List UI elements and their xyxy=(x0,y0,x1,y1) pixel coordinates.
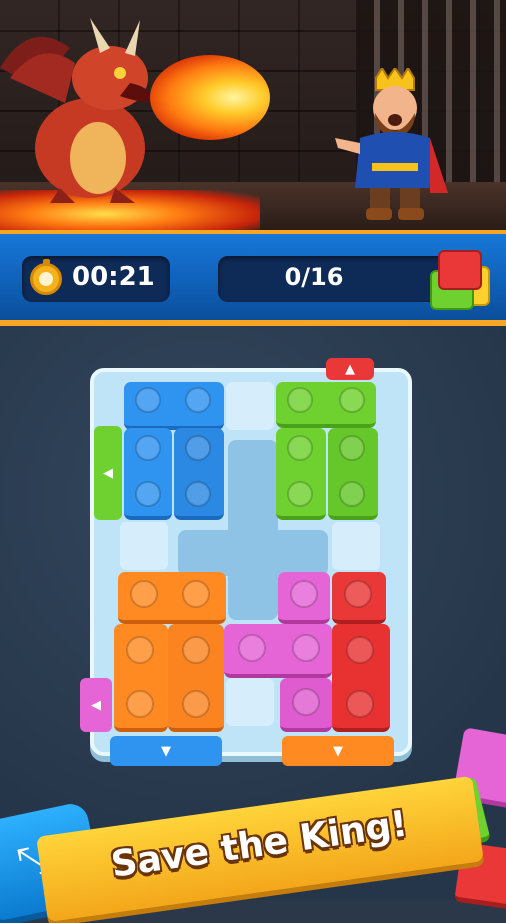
blue-block[interactable] xyxy=(174,428,224,520)
king-character xyxy=(335,68,448,220)
timer-panel: 00:21 xyxy=(22,256,170,302)
green-block[interactable] xyxy=(276,428,326,520)
empty-cell xyxy=(226,678,274,726)
story-scene xyxy=(0,0,506,230)
exit-tab-bottom-blue[interactable]: ▼ xyxy=(110,736,222,766)
stopwatch-icon xyxy=(30,259,62,295)
escape-path xyxy=(178,530,328,576)
red-block[interactable] xyxy=(332,624,390,732)
empty-cell xyxy=(332,522,380,570)
exit-tab-top-red[interactable]: ▲ xyxy=(326,358,374,380)
timer-value: 00:21 xyxy=(72,262,155,292)
hud-bar: 00:21 0/16 xyxy=(0,230,506,326)
fire-breath xyxy=(150,55,270,140)
red-block[interactable] xyxy=(332,572,386,624)
green-block[interactable] xyxy=(276,382,376,428)
pink-block[interactable] xyxy=(280,678,332,732)
progress-counter: 0/16 xyxy=(284,263,344,291)
green-block[interactable] xyxy=(328,428,378,520)
progress-panel: 0/16 xyxy=(218,256,450,302)
blue-block[interactable] xyxy=(124,428,172,520)
block-stack-icon xyxy=(428,248,494,310)
pink-block[interactable] xyxy=(278,572,330,624)
exit-tab-bottom-orange[interactable]: ▼ xyxy=(282,736,394,766)
blue-block[interactable] xyxy=(124,382,224,430)
orange-block[interactable] xyxy=(168,624,224,732)
exit-tab-left-green[interactable]: ◀ xyxy=(94,426,122,520)
orange-block[interactable] xyxy=(118,572,226,624)
empty-cell xyxy=(226,382,274,430)
pink-block[interactable] xyxy=(224,624,332,678)
empty-cell xyxy=(120,522,168,570)
orange-block[interactable] xyxy=(114,624,168,732)
exit-tab-left-pink[interactable]: ◀ xyxy=(80,678,112,732)
